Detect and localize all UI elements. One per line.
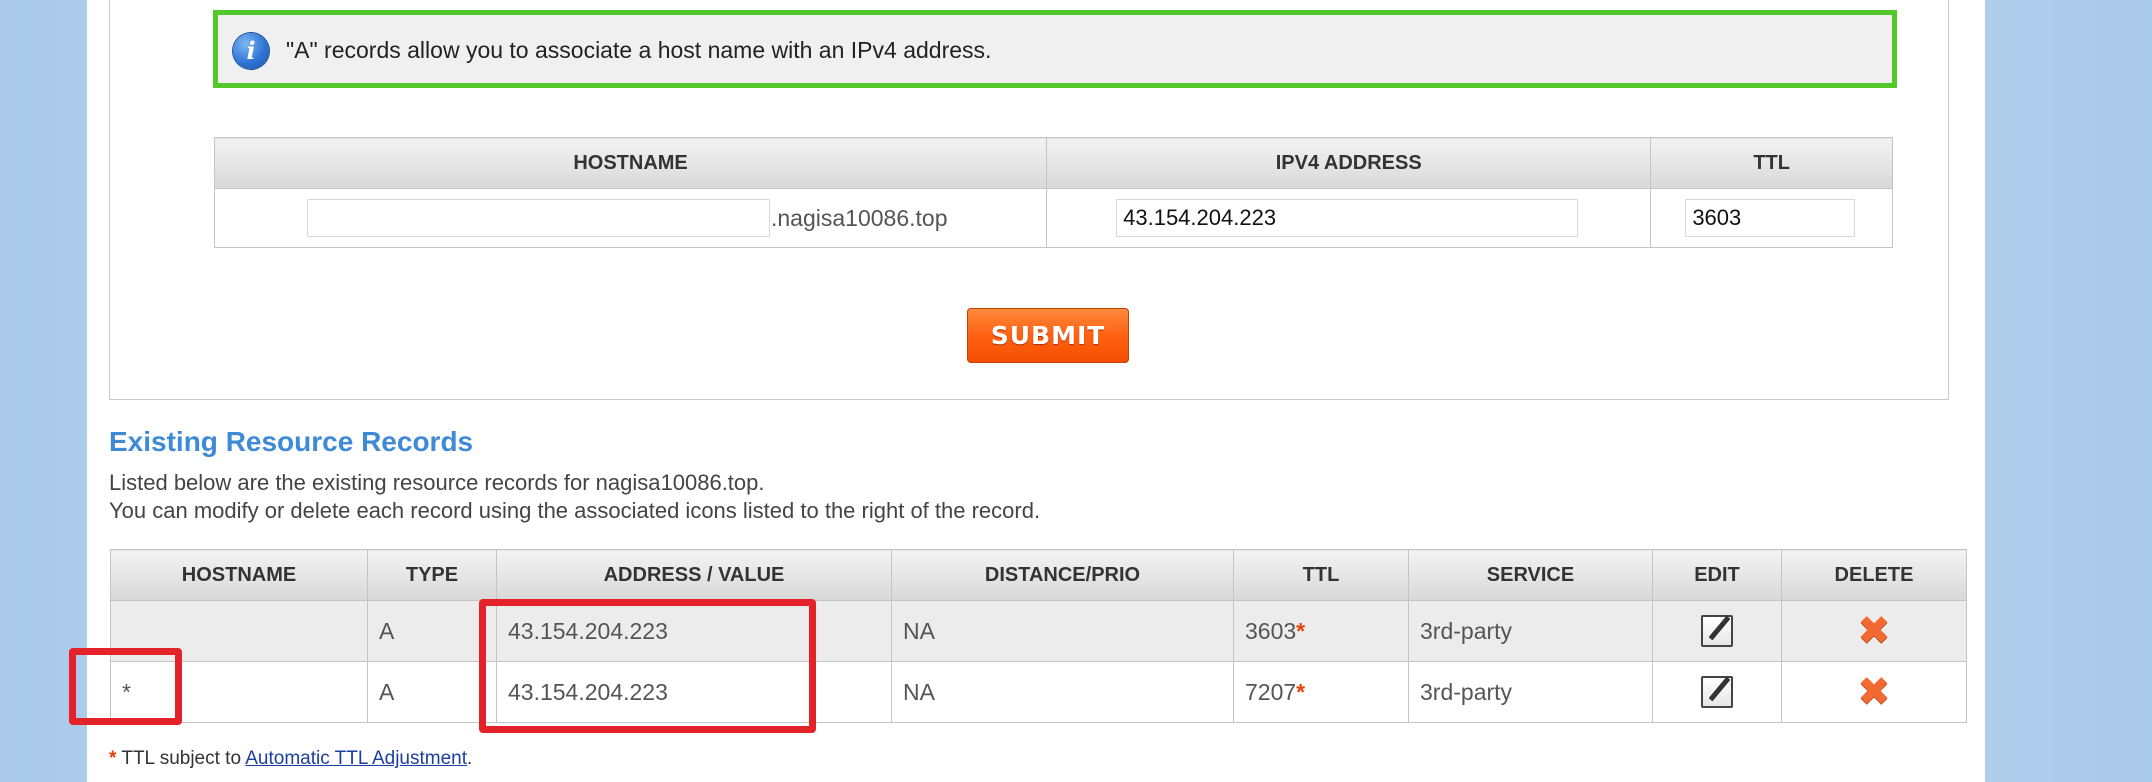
page-content: i "A" records allow you to associate a h… xyxy=(87,0,1985,782)
record-ttl: 7207* xyxy=(1233,661,1409,723)
highlight-address-box xyxy=(479,599,816,733)
record-service: 3rd-party xyxy=(1408,600,1653,662)
ttl-input[interactable] xyxy=(1685,199,1856,237)
header-ipv4-address: IPV4 ADDRESS xyxy=(1046,137,1652,189)
delete-icon[interactable]: ✖ xyxy=(1857,672,1891,712)
record-prio: NA xyxy=(891,600,1234,662)
ipv4-address-input[interactable] xyxy=(1116,199,1579,237)
col-ttl: TTL xyxy=(1233,549,1409,601)
col-edit: EDIT xyxy=(1652,549,1782,601)
add-record-panel: i "A" records allow you to associate a h… xyxy=(109,0,1949,400)
footnote-end: . xyxy=(467,748,473,769)
delete-cell: ✖ xyxy=(1781,600,1967,662)
ttl-asterisk: * xyxy=(1296,617,1306,644)
footnote-text: TTL subject to xyxy=(116,748,246,769)
col-service: SERVICE xyxy=(1408,549,1653,601)
record-ttl-value: 3603 xyxy=(1245,617,1297,644)
col-delete: DELETE xyxy=(1781,549,1967,601)
hostname-input[interactable] xyxy=(307,199,770,237)
delete-cell: ✖ xyxy=(1781,661,1967,723)
record-type: A xyxy=(367,661,497,723)
existing-records-table: HOSTNAME TYPE ADDRESS / VALUE DISTANCE/P… xyxy=(110,549,1967,723)
info-icon: i xyxy=(233,33,269,69)
edit-icon[interactable] xyxy=(1701,615,1733,647)
table-row: A 43.154.204.223 NA 3603* 3rd-party ✖ xyxy=(110,600,1967,662)
domain-suffix: .nagisa10086.top xyxy=(771,205,948,231)
header-hostname: HOSTNAME xyxy=(213,137,1048,189)
delete-icon[interactable]: ✖ xyxy=(1857,611,1891,651)
ttl-asterisk: * xyxy=(1296,678,1306,705)
edit-icon[interactable] xyxy=(1701,676,1733,708)
record-type: A xyxy=(367,600,497,662)
ttl-footnote: * TTL subject to Automatic TTL Adjustmen… xyxy=(109,748,472,770)
hostname-cell: .nagisa10086.top xyxy=(213,188,1048,248)
records-description-line2: You can modify or delete each record usi… xyxy=(109,498,1041,523)
edit-cell xyxy=(1652,600,1782,662)
col-distance-prio: DISTANCE/PRIO xyxy=(891,549,1234,601)
highlight-hostname-box xyxy=(69,648,182,725)
automatic-ttl-adjustment-link[interactable]: Automatic TTL Adjustment xyxy=(245,748,467,769)
record-prio: NA xyxy=(891,661,1234,723)
info-text: "A" records allow you to associate a hos… xyxy=(286,37,992,63)
submit-button[interactable]: SUBMIT xyxy=(967,308,1129,363)
record-service: 3rd-party xyxy=(1408,661,1653,723)
col-address-value: ADDRESS / VALUE xyxy=(496,549,892,601)
edit-cell xyxy=(1652,661,1782,723)
col-type: TYPE xyxy=(367,549,497,601)
record-ttl: 3603* xyxy=(1233,600,1409,662)
records-description-line1: Listed below are the existing resource r… xyxy=(109,470,765,495)
ttl-cell xyxy=(1650,188,1893,248)
ipv4-cell xyxy=(1046,188,1652,248)
record-ttl-value: 7207 xyxy=(1245,678,1297,705)
info-banner: i "A" records allow you to associate a h… xyxy=(213,10,1897,88)
new-record-table: HOSTNAME IPV4 ADDRESS TTL .nagisa10086.t… xyxy=(213,137,1893,248)
existing-records-title: Existing Resource Records xyxy=(109,426,474,457)
header-ttl: TTL xyxy=(1650,137,1893,189)
table-row: * A 43.154.204.223 NA 7207* 3rd-party ✖ xyxy=(110,661,1967,723)
col-hostname: HOSTNAME xyxy=(110,549,368,601)
